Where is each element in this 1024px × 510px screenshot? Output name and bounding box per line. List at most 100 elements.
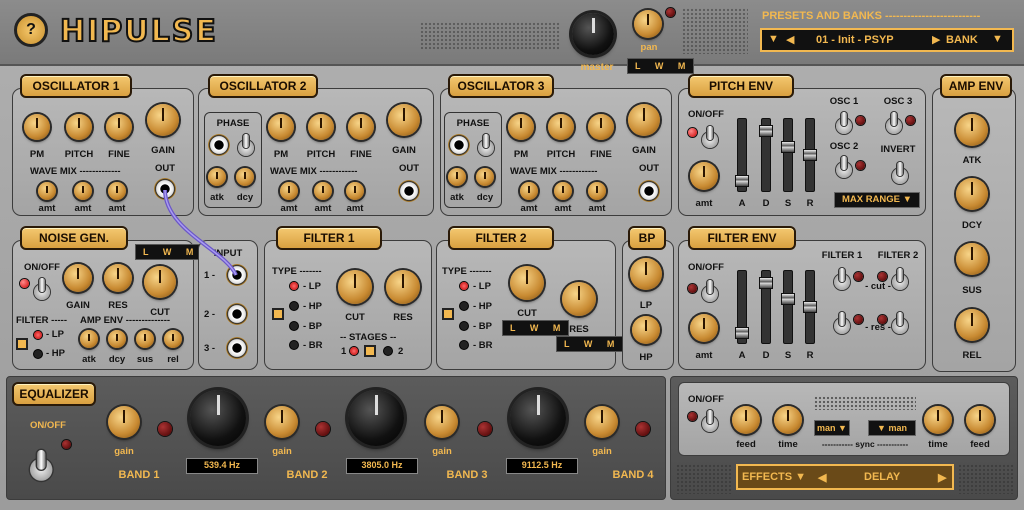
eq-band1-gain-label: gain [114, 446, 134, 457]
filter2-bp-label: - BP [473, 321, 492, 332]
filter2-br-label: - BR [473, 340, 493, 351]
filterenv-f1-cut-led [854, 272, 863, 281]
filterenv-s-fader[interactable] [781, 270, 795, 344]
bp-hp-label: HP [639, 352, 653, 363]
filter2-br-dot[interactable] [460, 341, 468, 349]
filter-1-title: FILTER 1 [276, 226, 382, 250]
filterenv-amt-knob[interactable] [690, 314, 718, 342]
filter2-res-label: RES [569, 324, 589, 335]
eq-band1-freq-knob[interactable] [190, 390, 246, 446]
fx-sync-right-value: man [888, 423, 907, 433]
effects-current: DELAY [864, 471, 901, 483]
fx-time-label: time [778, 439, 798, 450]
eq-onoff-toggle[interactable] [30, 450, 53, 481]
eq-band2-gain-label: gain [272, 446, 292, 457]
bp-lp-label: LP [639, 300, 653, 311]
bp-lp-knob[interactable] [630, 258, 662, 290]
filter1-lp-dot[interactable] [290, 282, 298, 290]
filter1-br-label: - BR [303, 340, 323, 351]
bp-title: BP [628, 226, 666, 250]
filter2-bp-dot[interactable] [460, 322, 468, 330]
eq-band4-gain-knob[interactable] [586, 406, 618, 438]
synth-ui: ? HIPULSE master pan L W M PRESETS AND B… [0, 0, 1024, 510]
fx-time2-knob[interactable] [924, 406, 952, 434]
eq-band2-led [316, 422, 330, 436]
filter2-select-icon[interactable] [442, 308, 454, 320]
filter1-bp-label: - BP [303, 321, 322, 332]
eq-band2-freq-display: 3805.0 Hz [346, 458, 418, 474]
filterenv-f1-label: FILTER 1 [821, 250, 863, 261]
equalizer-title: EQUALIZER [12, 382, 96, 406]
filterenv-r-fader[interactable] [803, 270, 817, 344]
filter1-stage-2-dot[interactable] [384, 347, 392, 355]
filterenv-d-label: D [762, 350, 770, 361]
fx-sync-left-dropdown[interactable]: man ▼ [814, 420, 850, 436]
filterenv-onoff-label: ON/OFF [688, 262, 724, 273]
fx-sync-left-value: man [817, 423, 836, 433]
filterenv-onoff-toggle[interactable] [702, 280, 718, 302]
filter1-res-label: RES [393, 312, 413, 323]
eq-band3-freq-knob[interactable] [510, 390, 566, 446]
effects-next-arrow[interactable]: ▶ [938, 471, 946, 484]
filter2-type-label: TYPE ------- [442, 266, 492, 277]
filterenv-f2-label: FILTER 2 [877, 250, 919, 261]
filter-env-title: FILTER ENV [688, 226, 796, 250]
filterenv-a-fader[interactable] [735, 270, 749, 344]
filter1-stage-icon[interactable] [364, 345, 376, 357]
filter2-lp-dot[interactable] [460, 282, 468, 290]
eq-band2-label: BAND 2 [286, 469, 328, 481]
filter1-cut-knob[interactable] [338, 270, 372, 304]
filter2-res-lwm[interactable]: L W M [556, 336, 624, 352]
filter1-stage-1-dot[interactable] [350, 347, 358, 355]
filterenv-res-label: - res - [865, 322, 891, 333]
filterenv-f1-cut-toggle[interactable] [834, 268, 850, 290]
filterenv-cut-label: - cut - [865, 281, 891, 292]
filter2-cut-label: CUT [517, 308, 537, 319]
filterenv-led [688, 284, 697, 293]
filter1-lp-label: - LP [303, 281, 321, 292]
eq-band3-gain-label: gain [432, 446, 452, 457]
bp-hp-knob[interactable] [632, 316, 660, 344]
filter2-lp-label: - LP [473, 281, 491, 292]
filterenv-s-label: S [784, 350, 792, 361]
filterenv-f1-res-toggle[interactable] [834, 312, 850, 334]
fx-grille [814, 396, 916, 410]
filter1-stages-label: -- STAGES -- [340, 332, 397, 343]
eq-band3-freq-display: 9112.5 Hz [506, 458, 578, 474]
eq-band1-led [158, 422, 172, 436]
filter1-stage-1-label: 1 [341, 346, 347, 357]
fx-feed2-knob[interactable] [966, 406, 994, 434]
filter2-cut-lwm[interactable]: L W M [502, 320, 570, 336]
fx-time-knob[interactable] [774, 406, 802, 434]
eq-band3-gain-knob[interactable] [426, 406, 458, 438]
eq-band2-freq-knob[interactable] [348, 390, 404, 446]
filter1-hp-dot[interactable] [290, 302, 298, 310]
fx-feed-knob[interactable] [732, 406, 760, 434]
filter1-select-icon[interactable] [272, 308, 284, 320]
eq-band3-led [478, 422, 492, 436]
filter1-br-dot[interactable] [290, 341, 298, 349]
filter1-stage-2-label: 2 [398, 346, 404, 357]
fx-onoff-label: ON/OFF [688, 394, 724, 405]
effects-selector[interactable]: EFFECTS ▼ ◀ DELAY ▶ [736, 464, 954, 490]
filter1-res-knob[interactable] [386, 270, 420, 304]
filter2-cut-knob[interactable] [510, 266, 544, 300]
filter2-res-knob[interactable] [562, 282, 596, 316]
fx-feed2-label: feed [970, 439, 990, 450]
eq-band1-gain-knob[interactable] [108, 406, 140, 438]
equalizer-panel [6, 376, 666, 500]
effects-prev-arrow[interactable]: ◀ [818, 471, 826, 484]
fx-feed-label: feed [736, 439, 756, 450]
fx-sync-right-dropdown[interactable]: ▼ man [868, 420, 916, 436]
filter2-hp-dot[interactable] [460, 302, 468, 310]
eq-band1-freq-display: 539.4 Hz [186, 458, 258, 474]
filterenv-d-fader[interactable] [759, 270, 773, 344]
filter1-bp-dot[interactable] [290, 322, 298, 330]
filter2-hp-label: - HP [473, 301, 492, 312]
filter1-cut-label: CUT [345, 312, 365, 323]
effects-label: EFFECTS ▼ [742, 471, 807, 483]
filter1-type-label: TYPE ------- [272, 266, 322, 277]
eq-band2-gain-knob[interactable] [266, 406, 298, 438]
fx-onoff-toggle[interactable] [702, 410, 718, 432]
eq-band3-label: BAND 3 [446, 469, 488, 481]
